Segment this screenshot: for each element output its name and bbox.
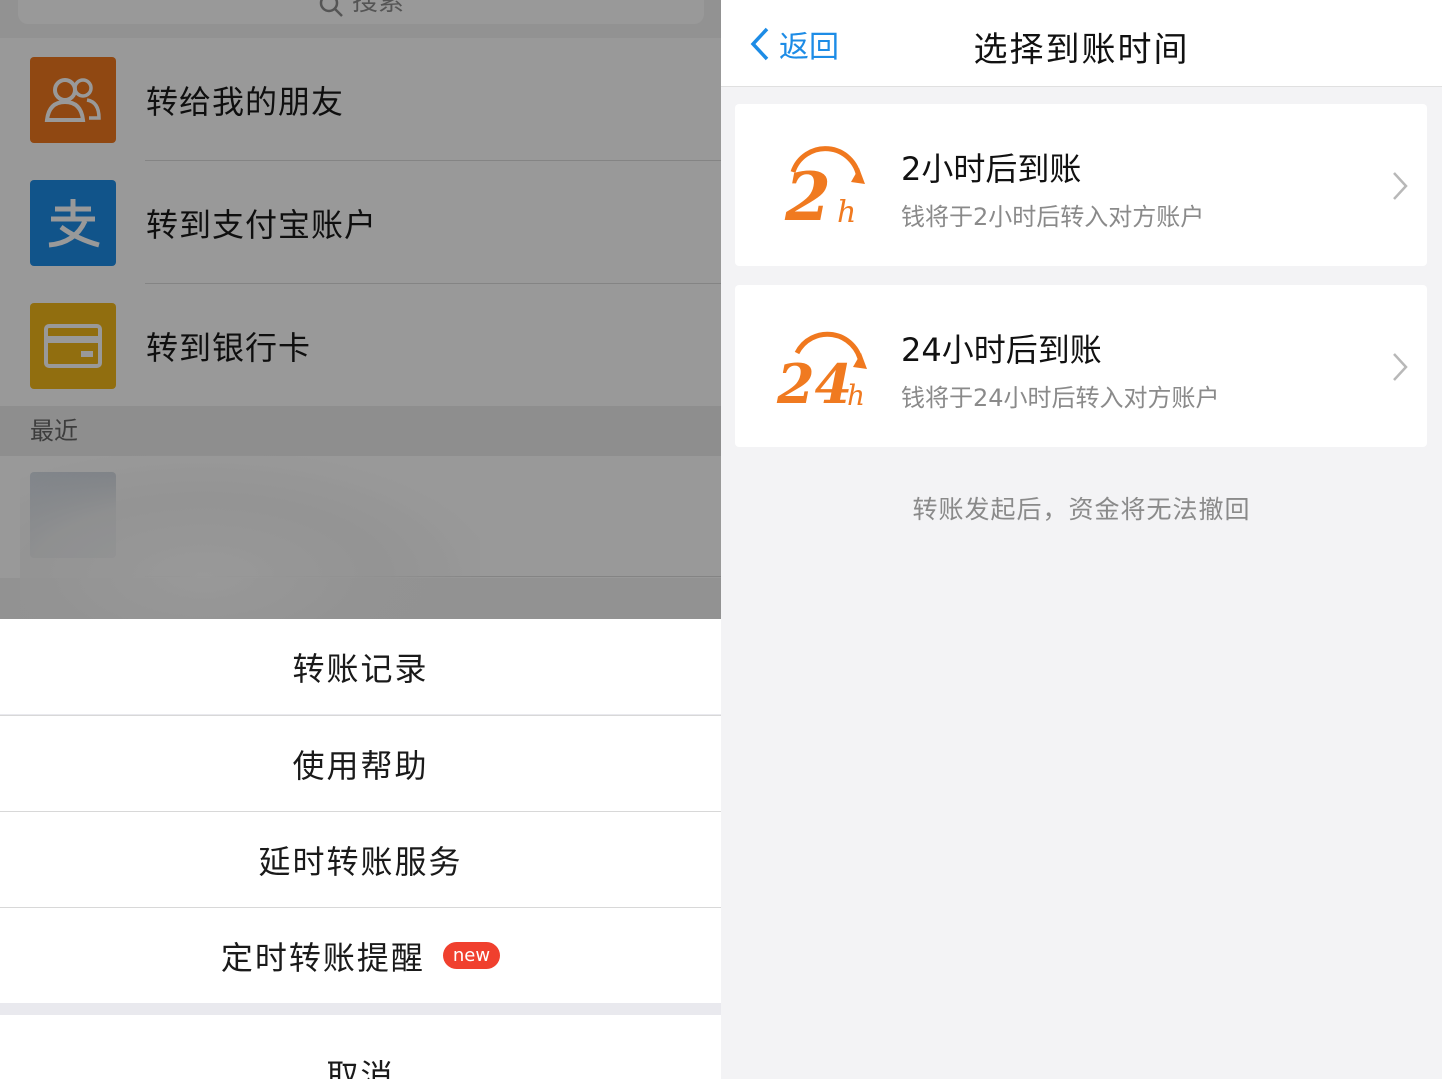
page-title: 选择到账时间 xyxy=(973,30,1190,70)
scheduled-reminder-button[interactable]: 定时转账提醒 new xyxy=(0,908,721,1003)
new-badge: new xyxy=(442,942,501,969)
svg-text:h: h xyxy=(847,379,865,412)
sheet-item-label: 使用帮助 xyxy=(292,746,429,785)
option-title: 24小时后到账 xyxy=(901,331,1102,369)
option-title: 2小时后到账 xyxy=(901,150,1082,188)
delayed-transfer-button[interactable]: 延时转账服务 xyxy=(0,812,721,907)
svg-text:h: h xyxy=(837,195,856,230)
dim-overlay[interactable] xyxy=(0,0,721,619)
chevron-right-icon xyxy=(1393,172,1408,200)
24h-icon: 24 h xyxy=(776,331,867,413)
action-sheet: 转账记录 使用帮助 延时转账服务 定时转账提醒 new 取消 xyxy=(0,619,721,1079)
svg-text:2: 2 xyxy=(784,158,831,232)
svg-text:24: 24 xyxy=(776,352,852,413)
left-panel: 搜索 转给我的朋友 转到支付宝账户 转到银行卡 最近 转账记录 使用帮助 延时转… xyxy=(0,0,721,1079)
transfer-records-button[interactable]: 转账记录 xyxy=(0,619,721,714)
2h-icon: 2 h xyxy=(784,146,865,232)
sheet-item-label: 延时转账服务 xyxy=(258,842,463,881)
option-24h[interactable]: 24 h 24小时后到账 钱将于24小时后转入对方账户 xyxy=(735,285,1427,447)
option-2h[interactable]: 2 h 2小时后到账 钱将于2小时后转入对方账户 xyxy=(735,104,1427,266)
sheet-item-label: 转账记录 xyxy=(292,649,429,688)
irreversible-note: 转账发起后，资金将无法撤回 xyxy=(912,495,1251,524)
cancel-label: 取消 xyxy=(326,1057,395,1079)
chevron-right-icon xyxy=(1393,353,1408,381)
option-desc: 钱将于2小时后转入对方账户 xyxy=(901,203,1205,231)
right-panel: 返回 选择到账时间 2 h 2小时后到账 钱将于2小时后转入对方账户 24 h … xyxy=(721,0,1442,1079)
option-desc: 钱将于24小时后转入对方账户 xyxy=(901,384,1220,412)
cancel-button[interactable]: 取消 xyxy=(0,1015,721,1079)
nav-bar: 返回 选择到账时间 xyxy=(721,0,1442,87)
sheet-item-label: 定时转账提醒 xyxy=(220,938,425,977)
help-button[interactable]: 使用帮助 xyxy=(0,716,721,811)
